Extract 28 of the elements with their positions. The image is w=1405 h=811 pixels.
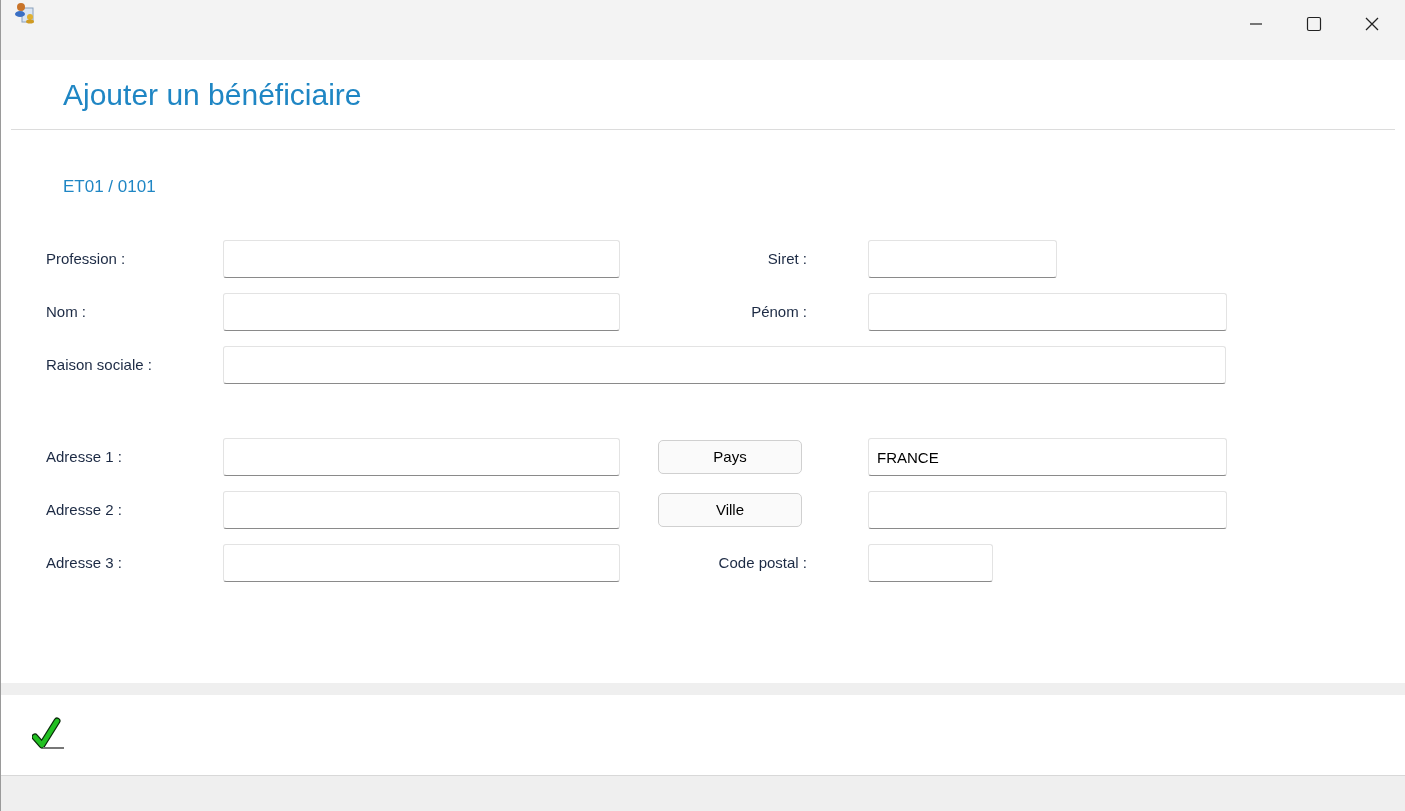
text-field[interactable] [223, 491, 620, 529]
text-field[interactable]: FRANCE [868, 438, 1227, 476]
text-field[interactable] [223, 438, 620, 476]
field-label: Profession : [46, 250, 126, 267]
record-code: ET01 / 0101 [63, 177, 156, 196]
lookup-button[interactable]: Ville [658, 493, 802, 527]
field-label: Adresse 1 : [46, 448, 122, 465]
field-label: Raison sociale : [46, 356, 152, 373]
text-field[interactable] [223, 240, 620, 278]
close-icon [1364, 16, 1380, 32]
lookup-button[interactable]: Pays [658, 440, 802, 474]
field-label: Pénom : [751, 301, 807, 322]
minimize-icon [1249, 23, 1263, 25]
text-field[interactable] [868, 491, 1227, 529]
text-field[interactable] [223, 544, 620, 582]
text-field[interactable] [223, 346, 1226, 384]
maximize-icon [1306, 16, 1322, 32]
field-label: Nom : [46, 303, 86, 320]
field-label: Code postal : [718, 552, 807, 573]
text-field[interactable] [223, 293, 620, 331]
page-title: Ajouter un bénéficiaire [63, 79, 362, 110]
text-field[interactable] [868, 293, 1227, 331]
people-icon [14, 2, 36, 24]
field-label: Siret : [767, 248, 807, 269]
field-label: Adresse 2 : [46, 501, 122, 518]
field-label: Adresse 3 : [46, 554, 122, 571]
text-field[interactable] [868, 240, 1057, 278]
text-field[interactable] [868, 544, 993, 582]
